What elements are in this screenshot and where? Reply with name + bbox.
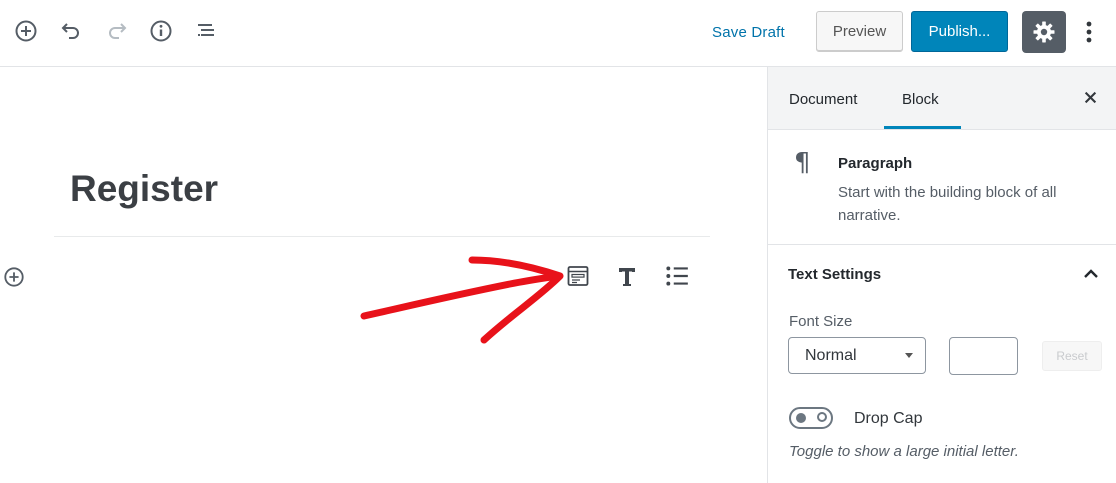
font-size-label: Font Size [789,313,853,330]
sidebar-tabs: Document Block [768,67,1116,130]
tab-block[interactable]: Block [902,91,939,108]
text-settings-title[interactable]: Text Settings [788,266,881,283]
publish-button[interactable]: Publish... [911,11,1008,52]
toggle-knob [796,413,806,423]
heading-icon [619,268,635,286]
drop-cap-help: Toggle to show a large initial letter. [789,443,1019,460]
block-card: ¶ Paragraph Start with the building bloc… [768,130,1116,245]
settings-sidebar: Document Block ¶ Paragraph Start with th… [767,67,1116,483]
heading-block-button[interactable] [612,261,642,291]
red-arrow-annotation [360,256,564,344]
toggle-off-indicator [817,412,827,422]
gear-icon [1033,21,1055,43]
reset-font-size-button[interactable]: Reset [1042,341,1102,371]
block-name: Paragraph [838,155,913,172]
settings-button[interactable] [1022,11,1066,53]
add-block-icon[interactable] [11,16,41,46]
drop-cap-label: Drop Cap [854,410,923,427]
redo-icon[interactable] [102,16,132,46]
font-size-value: Normal [805,346,857,364]
more-vertical-icon [1086,21,1092,43]
tab-document[interactable]: Document [789,91,857,108]
chevron-up-icon [1084,269,1098,278]
preview-button[interactable]: Preview [816,11,903,52]
drop-cap-toggle[interactable] [789,407,833,429]
add-block-icon [4,267,24,287]
font-size-select[interactable]: Normal [788,337,926,374]
paragraph-icon: ¶ [794,148,811,178]
list-block-button[interactable] [662,261,692,291]
undo-icon[interactable] [56,16,86,46]
info-icon[interactable] [146,16,176,46]
custom-font-size-input[interactable] [949,337,1018,375]
save-draft-button[interactable]: Save Draft [712,24,785,41]
close-icon [1084,91,1096,103]
editor-canvas: Register [0,68,767,483]
close-sidebar-button[interactable] [1081,88,1099,106]
more-menu-button[interactable] [1078,17,1100,47]
block-navigation-icon[interactable] [191,16,221,46]
editor-toolbar: Save Draft Preview Publish... [0,0,1116,67]
post-title[interactable]: Register [70,168,218,210]
active-tab-indicator [884,126,961,129]
title-divider [54,236,710,237]
collapse-panel-button[interactable] [1081,264,1101,284]
dropdown-caret-icon [905,353,913,358]
list-icon [666,266,688,286]
inline-inserter-button[interactable] [2,265,26,289]
block-description: Start with the building block of all nar… [838,184,1057,224]
